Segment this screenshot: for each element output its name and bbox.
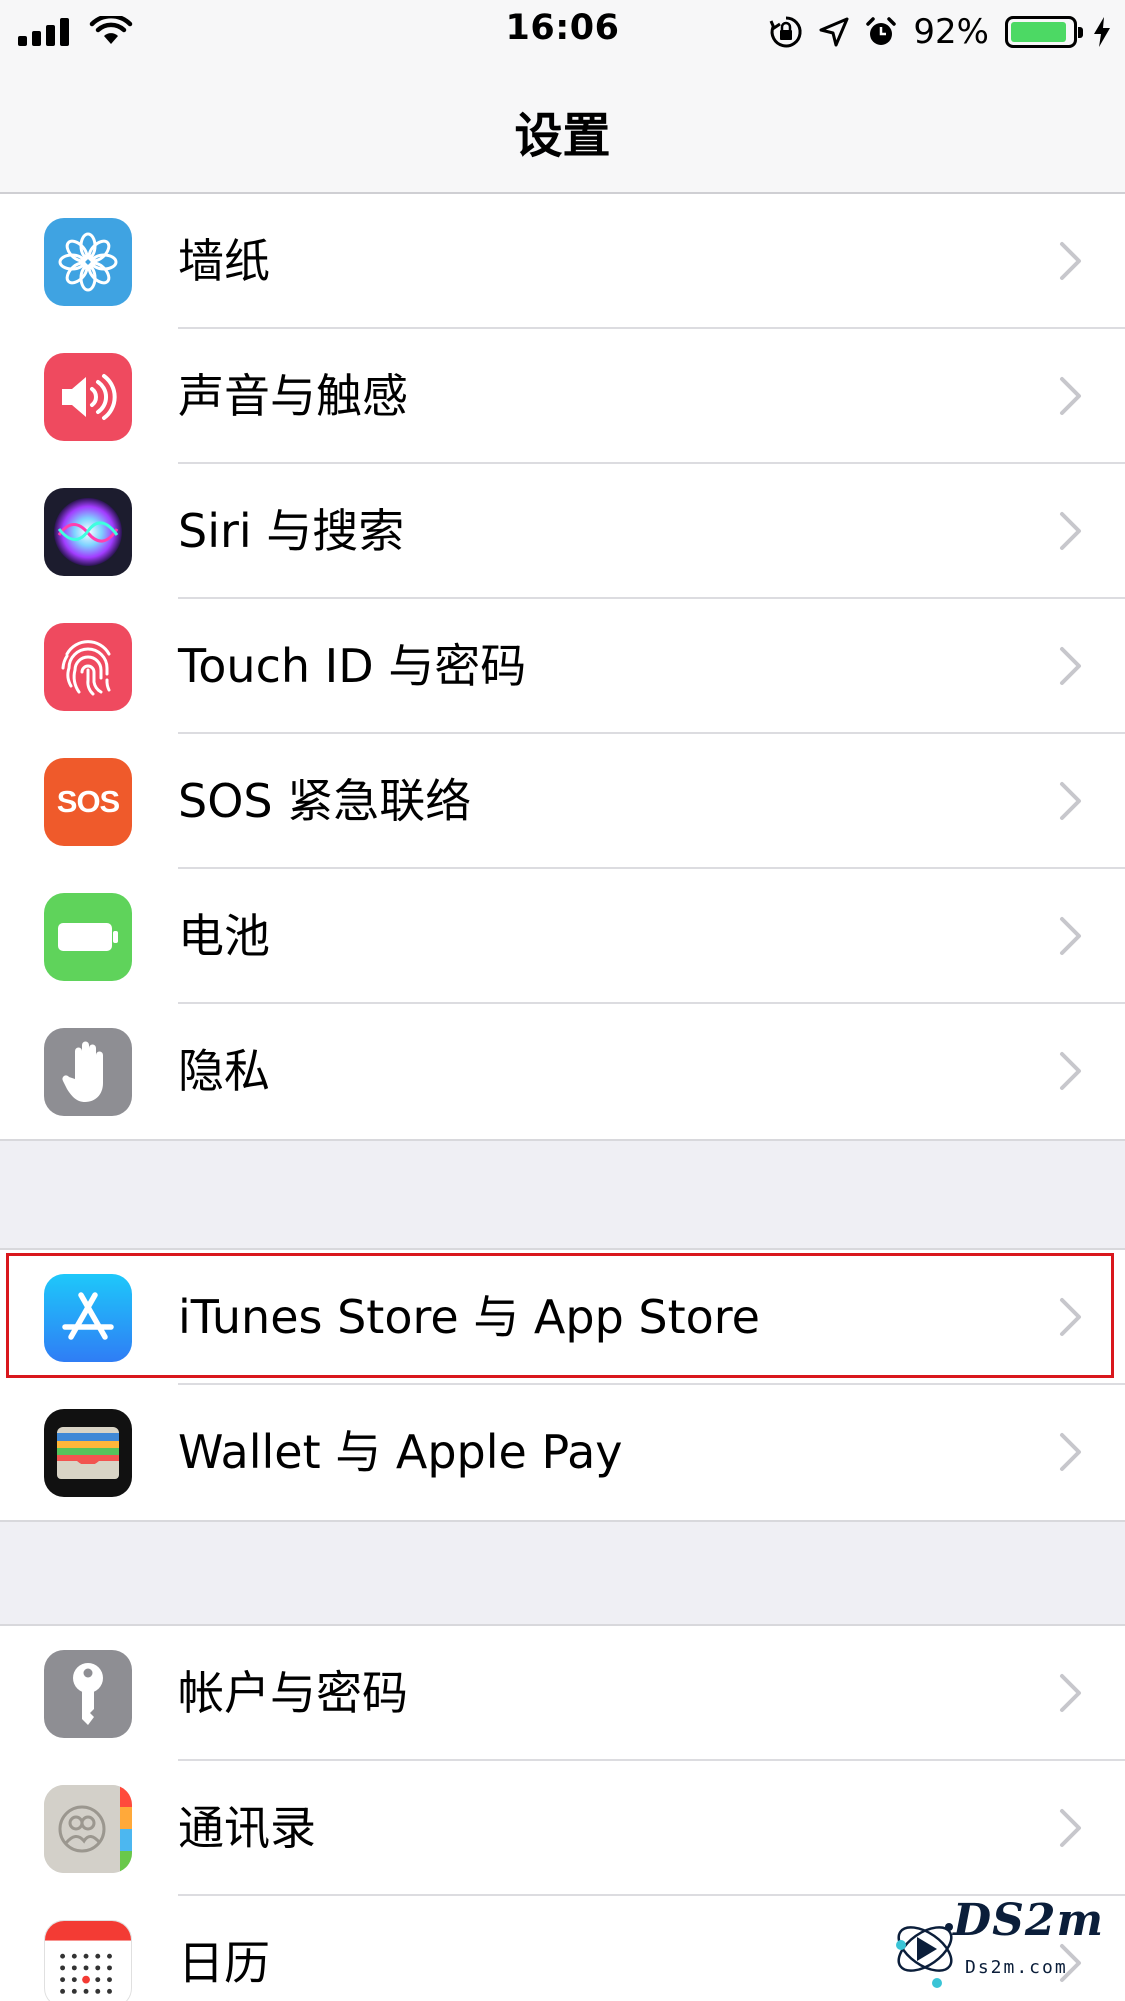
row-label: SOS 紧急联络	[178, 774, 472, 828]
chevron-right-icon	[1060, 1433, 1081, 1471]
row-label: iTunes Store 与 App Store	[178, 1290, 760, 1344]
navigation-bar: 设置	[0, 62, 1125, 194]
settings-row-contacts[interactable]: 通讯录	[0, 1761, 1125, 1896]
row-label: Touch ID 与密码	[178, 639, 527, 693]
settings-row-siri[interactable]: Siri 与搜索	[0, 464, 1125, 599]
calendar-icon	[44, 1920, 132, 2001]
orientation-lock-icon	[770, 16, 802, 48]
chevron-right-icon	[1060, 782, 1081, 820]
privacy-hand-icon	[44, 1028, 132, 1116]
row-label: 日历	[178, 1936, 270, 1990]
contacts-icon	[44, 1785, 132, 1873]
charging-icon	[1094, 17, 1110, 47]
chevron-right-icon	[1060, 647, 1081, 685]
alarm-icon	[866, 17, 897, 45]
chevron-right-icon	[1060, 1052, 1081, 1090]
battery-app-icon	[44, 893, 132, 981]
wallet-icon	[44, 1409, 132, 1497]
app-store-icon	[44, 1274, 132, 1362]
settings-row-wallet[interactable]: Wallet 与 Apple Pay	[0, 1385, 1125, 1520]
settings-group-2: iTunes Store 与 App Store Wallet 与 Apple …	[0, 1248, 1125, 1522]
settings-row-privacy[interactable]: 隐私	[0, 1004, 1125, 1139]
chevron-right-icon	[1060, 377, 1081, 415]
row-label: 通讯录	[178, 1801, 316, 1855]
siri-icon	[44, 488, 132, 576]
battery-percent: 92%	[913, 12, 989, 52]
battery-icon	[1005, 16, 1083, 48]
touch-id-icon	[44, 623, 132, 711]
status-bar: 16:06 92%	[0, 0, 1125, 62]
row-label: 隐私	[178, 1044, 270, 1098]
settings-row-accounts[interactable]: 帐户与密码	[0, 1626, 1125, 1761]
sos-icon: SOS	[44, 758, 132, 846]
chevron-right-icon	[1060, 1298, 1081, 1336]
settings-group-1: 墙纸 声音与触感 Siri 与搜索 Touch ID 与密码 SOS SOS 紧…	[0, 194, 1125, 1141]
chevron-right-icon	[1060, 1674, 1081, 1712]
settings-row-app-store[interactable]: iTunes Store 与 App Store	[0, 1250, 1125, 1385]
settings-row-wallpaper[interactable]: 墙纸	[0, 194, 1125, 329]
row-label: Siri 与搜索	[178, 504, 405, 558]
settings-row-sounds[interactable]: 声音与触感	[0, 329, 1125, 464]
watermark-text: DS2m	[953, 1895, 1105, 1946]
watermark-subtext: Ds2m.com	[965, 1957, 1068, 1978]
chevron-right-icon	[1060, 512, 1081, 550]
key-icon	[44, 1650, 132, 1738]
chevron-right-icon	[1060, 917, 1081, 955]
chevron-right-icon	[1060, 242, 1081, 280]
sound-icon	[44, 353, 132, 441]
watermark: DS2m Ds2m.com	[891, 1891, 1111, 1999]
row-label: 声音与触感	[178, 369, 408, 423]
location-icon	[819, 17, 849, 47]
settings-row-sos[interactable]: SOS SOS 紧急联络	[0, 734, 1125, 869]
row-label: 电池	[178, 909, 270, 963]
sos-icon-text: SOS	[56, 784, 120, 819]
page-title: 设置	[514, 108, 611, 164]
row-label: Wallet 与 Apple Pay	[178, 1425, 623, 1479]
row-label: 墙纸	[178, 234, 270, 288]
chevron-right-icon	[1060, 1809, 1081, 1847]
settings-row-battery[interactable]: 电池	[0, 869, 1125, 1004]
wallpaper-icon	[44, 218, 132, 306]
settings-row-touch-id[interactable]: Touch ID 与密码	[0, 599, 1125, 734]
row-label: 帐户与密码	[178, 1666, 408, 1720]
battery-fill	[1011, 22, 1067, 42]
